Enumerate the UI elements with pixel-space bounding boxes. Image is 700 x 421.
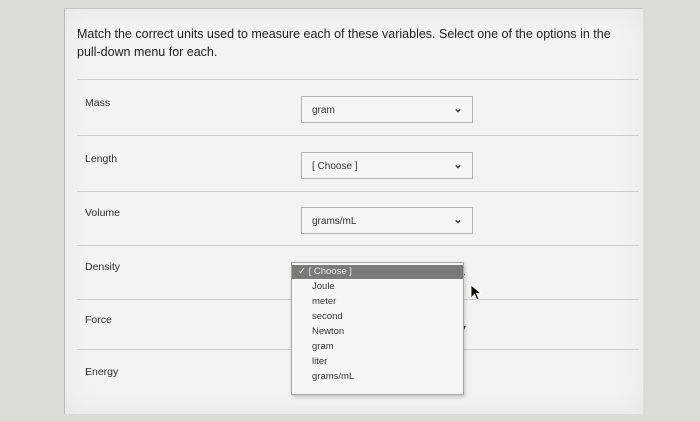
variable-label-length: Length — [85, 153, 118, 165]
select-density-open-list[interactable]: ✓ [ Choose ] Joule meter second Newton g… — [291, 262, 464, 395]
divider — [77, 79, 639, 80]
select-value: grams/mL — [312, 216, 357, 227]
chevron-down-icon: ⌄ — [453, 103, 463, 115]
dropdown-option[interactable]: grams/mL — [312, 370, 354, 384]
variable-label-energy: Energy — [85, 366, 119, 378]
select-mass[interactable]: gram ⌄ — [301, 96, 473, 123]
select-volume[interactable]: grams/mL ⌄ — [301, 207, 473, 234]
select-value: gram — [312, 105, 335, 116]
select-value: [ Choose ] — [312, 161, 358, 172]
dropdown-option[interactable]: Newton — [312, 325, 344, 339]
dropdown-option-selected[interactable]: ✓ [ Choose ] — [292, 265, 463, 279]
dropdown-option[interactable]: liter — [312, 355, 327, 369]
chevron-down-icon: ⌄ — [453, 214, 463, 226]
question-text: Match the correct units used to measure … — [77, 27, 611, 59]
variable-label-mass: Mass — [85, 97, 111, 109]
mouse-cursor-icon — [470, 284, 483, 301]
divider — [77, 135, 639, 136]
dropdown-option[interactable]: Joule — [312, 280, 335, 294]
divider — [77, 245, 639, 246]
dropdown-option[interactable]: gram — [312, 340, 334, 354]
variable-label-volume: Volume — [85, 207, 121, 219]
dropdown-option[interactable]: second — [312, 310, 343, 324]
select-length[interactable]: [ Choose ] ⌄ — [301, 152, 473, 179]
dropdown-option[interactable]: meter — [312, 295, 336, 309]
question-card: Match the correct units used to measure … — [64, 8, 643, 414]
variable-label-density: Density — [85, 261, 121, 273]
divider — [77, 191, 639, 192]
chevron-down-icon: ⌄ — [453, 159, 463, 171]
variable-label-force: Force — [85, 314, 112, 326]
